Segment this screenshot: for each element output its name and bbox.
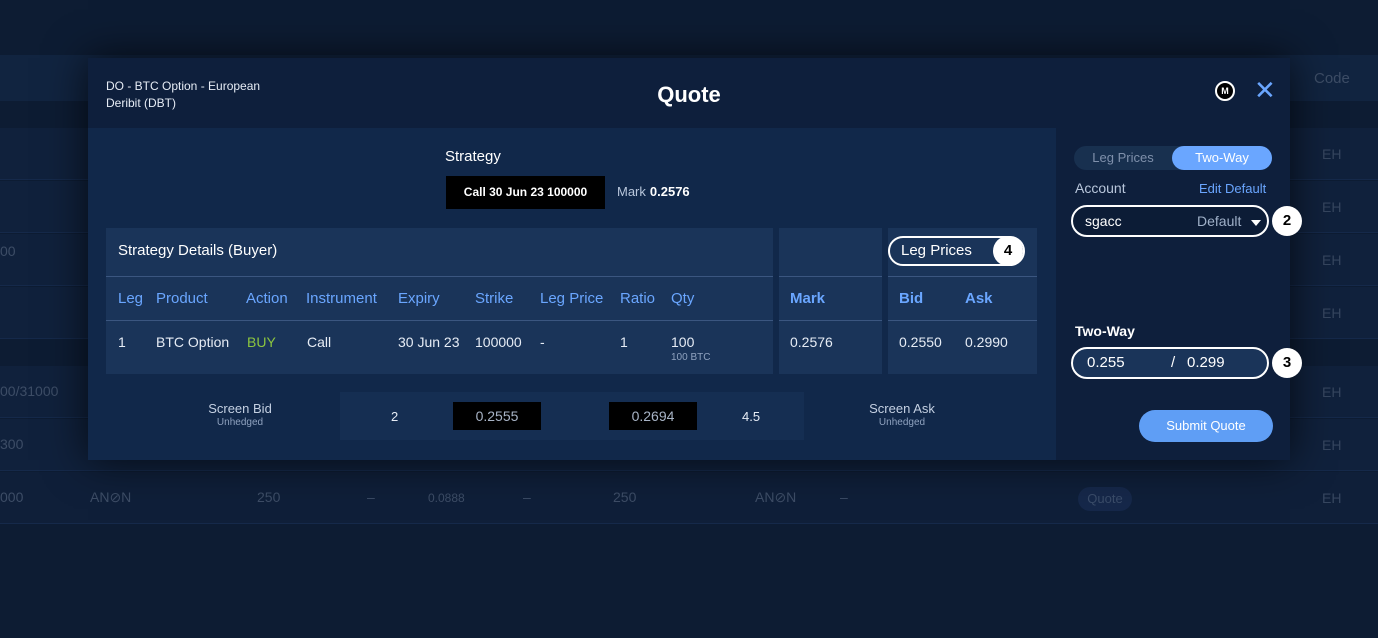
col-header-instrument: Instrument [306,290,377,307]
background-eh: EH [1322,384,1342,400]
background-quote-button: Quote [1078,487,1132,511]
cell-product: BTC Option [156,334,230,350]
quote-modal: DO - BTC Option - European Deribit (DBT)… [88,58,1290,460]
badge-3: 3 [1272,348,1302,378]
mark-column: Mark 0.2576 [779,228,882,374]
screen-bid-size: 2 [391,409,399,424]
background-dash: – [840,489,848,505]
modal-header: DO - BTC Option - European Deribit (DBT)… [88,58,1290,128]
mark-label: Mark [617,184,646,199]
col-header-ask: Ask [965,290,993,307]
cell-action: BUY [247,334,276,350]
divider [106,320,773,321]
badge-4: 4 [993,236,1023,266]
background-qty: 250 [257,489,281,505]
two-way-slash: / [1171,354,1176,371]
col-header-qty: Qty [671,290,695,307]
screen-ask-sub: Unhedged [878,417,926,428]
m-logo-icon: M [1215,81,1235,101]
badge-2: 2 [1272,206,1302,236]
account-select[interactable]: sgacc Default [1071,205,1269,237]
account-default: Default [1197,213,1242,229]
two-way-input[interactable]: 0.255 / 0.299 [1071,347,1269,379]
cell-bid: 0.2550 [899,334,942,350]
background-eh: EH [1322,199,1342,215]
background-left-value: 000 [0,489,24,505]
screen-bid-price: 0.2555 [453,402,541,430]
cell-strike: 100000 [475,334,522,350]
strategy-details-table: Strategy Details (Buyer) Leg Product Act… [106,228,773,374]
background-left-value: 300 [0,436,24,452]
divider [888,276,1037,277]
chevron-down-icon [1251,220,1261,226]
edit-default-link[interactable]: Edit Default [1199,181,1266,196]
divider [779,276,882,277]
col-header-product: Product [156,290,208,307]
background-anon-label: AN⊘N [90,489,132,505]
col-header-expiry: Expiry [398,290,440,307]
cell-leg: 1 [118,334,126,350]
toggle-two-way[interactable]: Two-Way [1172,146,1272,170]
background-dash: – [367,489,375,505]
strategy-chip: Call 30 Jun 23 100000 [446,176,605,209]
background-row [0,472,1378,524]
col-header-action: Action [246,290,288,307]
screen-ask-price: 0.2694 [609,402,697,430]
background-mid: 0.0888 [428,491,465,505]
two-way-ask[interactable]: 0.299 [1187,354,1225,371]
modal-title: Quote [657,82,721,107]
col-header-mark: Mark [790,290,826,307]
background-left-value: 00 [0,243,16,259]
screen-bid-title: Screen Bid [208,401,272,416]
background-eh: EH [1322,305,1342,321]
divider [888,320,1037,321]
background-qty: 250 [613,489,637,505]
screen-prices-bar [340,392,804,440]
screen-bid-label: Screen Bid Unhedged [188,402,292,430]
two-way-label: Two-Way [1075,323,1135,339]
close-icon[interactable]: ✕ [1254,77,1276,103]
background-dash: – [523,489,531,505]
col-header-ratio: Ratio [620,290,656,307]
divider [779,320,882,321]
cell-ask: 0.2990 [965,334,1008,350]
strategy-label: Strategy [445,148,501,165]
toggle-leg-prices[interactable]: Leg Prices [1074,146,1172,170]
background-eh: EH [1322,146,1342,162]
divider [106,276,773,277]
strategy-mark: Mark 0.2576 [617,184,690,199]
cell-mark: 0.2576 [790,334,833,350]
cell-expiry: 30 Jun 23 [398,334,460,350]
col-header-leg: Leg [118,290,144,307]
mode-toggle: Leg Prices Two-Way [1074,146,1272,170]
background-eh: EH [1322,252,1342,268]
cell-qty-sub: 100 BTC [671,352,711,363]
strategy-details-title: Strategy Details (Buyer) [118,242,278,259]
screen-ask-title: Screen Ask [869,401,935,416]
screen-ask-size: 4.5 [742,409,761,424]
col-header-bid: Bid [899,290,924,307]
background-anon-label: AN⊘N [755,489,797,505]
mark-value: 0.2576 [649,184,690,199]
background-eh: EH [1322,490,1342,506]
col-header-leg-price: Leg Price [540,290,604,307]
submit-quote-button[interactable]: Submit Quote [1139,410,1273,442]
background-left-value: 00/31000 [0,383,59,399]
screen-bid-sub: Unhedged [216,417,264,428]
cell-leg-price: - [540,334,545,350]
background-code-header: Code [1314,70,1350,87]
cell-qty: 100 [671,334,695,350]
screen-ask-label: Screen Ask Unhedged [850,402,954,430]
background-eh: EH [1322,437,1342,453]
cell-ratio: 1 [620,334,628,350]
quote-left-pane: Strategy Call 30 Jun 23 100000 Mark 0.257… [88,128,1056,460]
account-value: sgacc [1085,213,1122,229]
account-label: Account [1075,180,1126,196]
col-header-strike: Strike [475,290,514,307]
two-way-bid[interactable]: 0.255 [1087,354,1125,371]
cell-instrument: Call [307,334,332,350]
